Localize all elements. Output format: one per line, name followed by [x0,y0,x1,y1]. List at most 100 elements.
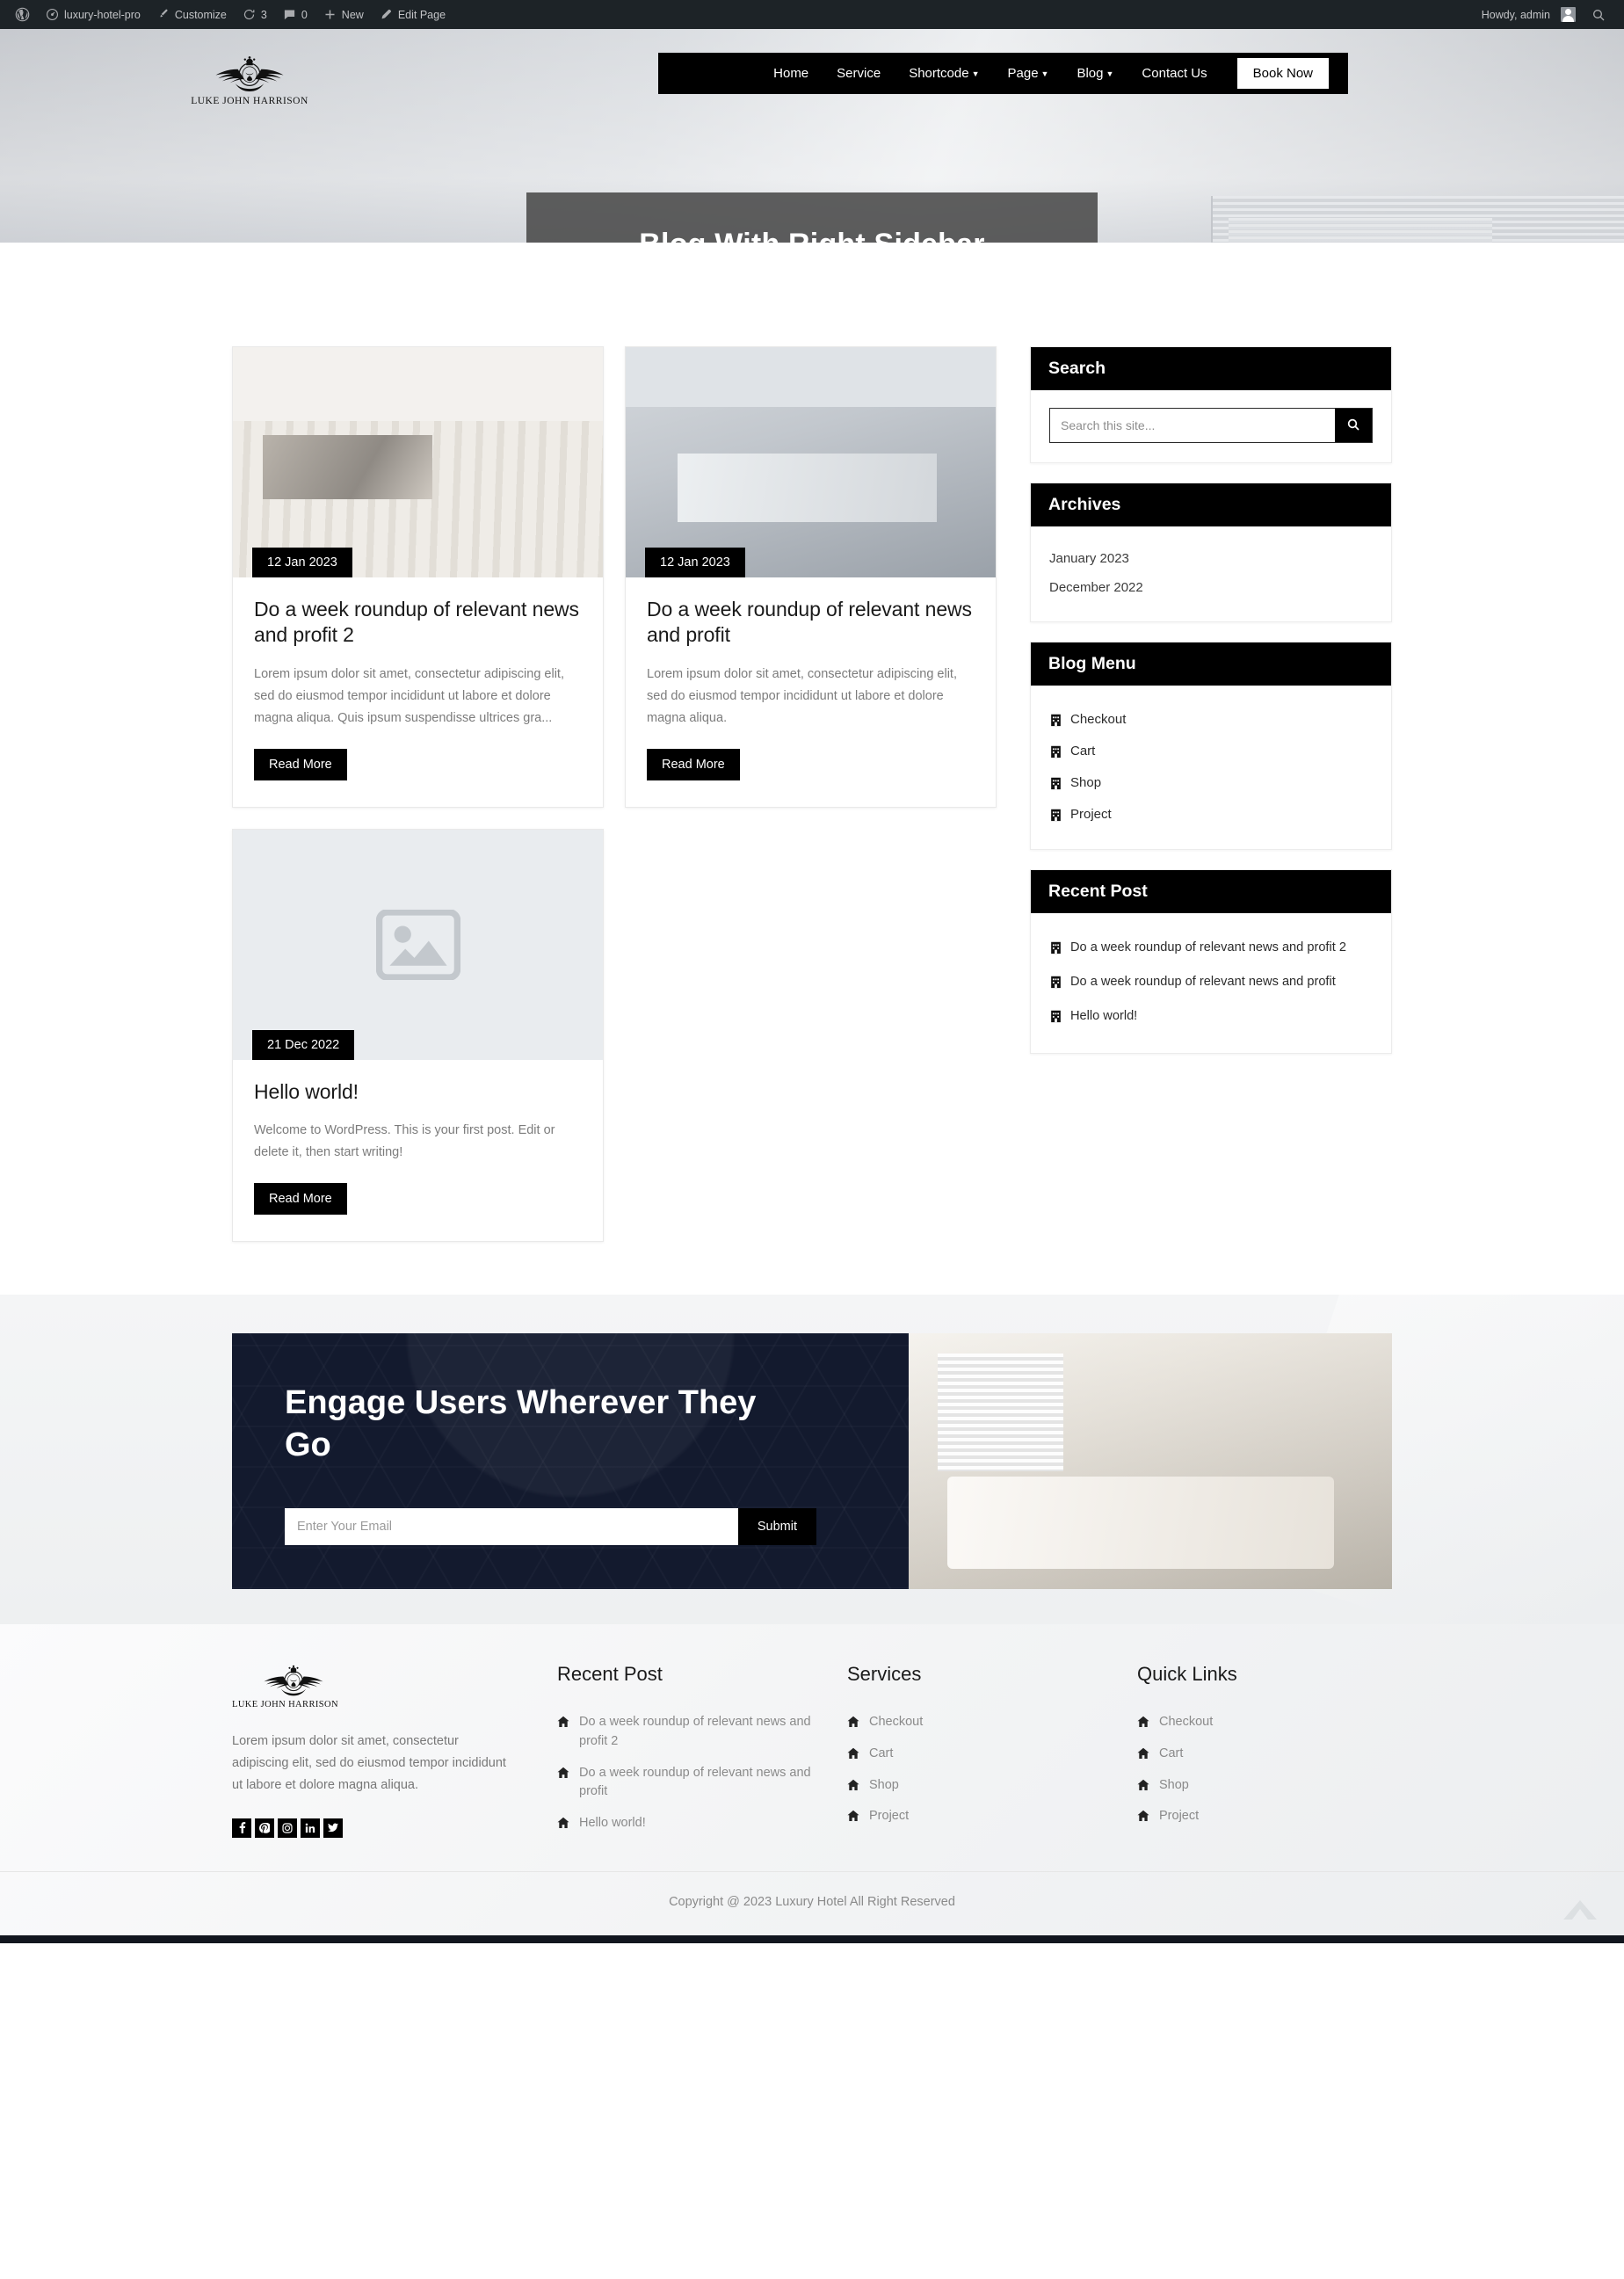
archive-link[interactable]: January 2023 [1049,551,1129,566]
list-item[interactable]: Shop [1049,766,1373,798]
blog-menu-link[interactable]: Project [1070,807,1112,822]
admin-bar-customize[interactable]: Customize [149,0,235,29]
page-title-banner: Blog With Right Sidebar Home – Blog With… [526,192,1098,243]
post-thumbnail[interactable]: 12 Jan 2023 [626,347,996,577]
footer-recent-post-link[interactable]: Do a week roundup of relevant news and p… [579,1713,812,1752]
admin-bar-site-name[interactable]: luxury-hotel-pro [38,0,149,29]
read-more-button[interactable]: Read More [647,748,740,780]
social-links [232,1818,522,1838]
post-thumbnail[interactable]: 21 Dec 2022 [233,829,603,1060]
admin-bar-howdy-label: Howdy, admin [1481,8,1550,21]
footer-recent-post-link[interactable]: Hello world! [579,1814,646,1833]
list-item[interactable]: Hello world! [1049,999,1373,1034]
footer-service-link[interactable]: Project [869,1807,909,1826]
admin-bar-comments[interactable]: 0 [275,0,315,29]
footer-about-text: Lorem ipsum dolor sit amet, consectetur … [232,1734,506,1793]
twitter-icon[interactable] [323,1818,343,1838]
instagram-icon[interactable] [278,1818,297,1838]
email-field[interactable] [285,1508,738,1545]
nav-item-home[interactable]: Home [759,53,823,94]
newsletter-photo [909,1333,1392,1589]
list-item[interactable]: Project [1049,798,1373,830]
post-title[interactable]: Hello world! [254,1079,582,1105]
footer-recent-post-column: Recent Post Do a week roundup of relevan… [557,1663,812,1840]
footer-service-link[interactable]: Checkout [869,1713,923,1732]
archive-link[interactable]: December 2022 [1049,580,1143,595]
footer-quick-link[interactable]: Cart [1159,1745,1183,1764]
widget-blog-menu-title: Blog Menu [1031,642,1391,686]
plus-icon [323,8,337,21]
recent-post-link[interactable]: Hello world! [1070,1007,1137,1026]
footer-quick-link[interactable]: Shop [1159,1776,1189,1796]
footer-logo[interactable]: LUKE JOHN HARRISON [232,1663,522,1709]
recent-post-link[interactable]: Do a week roundup of relevant news and p… [1070,973,1336,991]
footer-quick-link[interactable]: Project [1159,1807,1199,1826]
blog-menu-link[interactable]: Checkout [1070,712,1126,727]
widget-blog-menu-body: Checkout Cart Shop Project [1031,686,1391,849]
list-item[interactable]: Project [847,1801,1102,1833]
nav-item-service[interactable]: Service [823,53,895,94]
main-navigation: Home Service Shortcode ▼ Page ▼ Blog ▼ C… [658,53,1348,94]
list-item[interactable]: December 2022 [1049,573,1373,602]
admin-bar-updates[interactable]: 3 [235,0,275,29]
list-item[interactable]: Shop [847,1770,1102,1802]
nav-item-page[interactable]: Page ▼ [994,53,1063,94]
recent-post-link[interactable]: Do a week roundup of relevant news and p… [1070,939,1346,957]
list-item[interactable]: Project [1137,1801,1392,1833]
footer-recent-post-link[interactable]: Do a week roundup of relevant news and p… [579,1764,812,1803]
footer-service-link[interactable]: Shop [869,1776,899,1796]
search-submit-button[interactable] [1335,409,1372,442]
widget-search-body [1031,390,1391,462]
read-more-button[interactable]: Read More [254,1183,347,1215]
revisions-icon [243,8,256,21]
nav-item-contact-us[interactable]: Contact Us [1127,53,1221,94]
post-card[interactable]: 12 Jan 2023 Do a week roundup of relevan… [232,346,604,808]
search-icon [1346,417,1360,434]
admin-bar-customize-label: Customize [174,8,227,21]
list-item[interactable]: Checkout [1137,1707,1392,1738]
admin-bar-new-content[interactable]: New [315,0,372,29]
post-title[interactable]: Do a week roundup of relevant news and p… [647,597,975,649]
scroll-to-top-button[interactable] [1561,1890,1599,1920]
list-item[interactable]: Do a week roundup of relevant news and p… [557,1758,812,1809]
footer-quick-link[interactable]: Checkout [1159,1713,1213,1732]
admin-bar-edit-page[interactable]: Edit Page [372,0,453,29]
home-icon [557,1767,569,1778]
admin-bar-search[interactable] [1584,0,1613,29]
post-title[interactable]: Do a week roundup of relevant news and p… [254,597,582,649]
pinterest-icon[interactable] [255,1818,274,1838]
post-card[interactable]: 21 Dec 2022 Hello world! Welcome to Word… [232,828,604,1242]
list-item[interactable]: Do a week roundup of relevant news and p… [1049,931,1373,965]
blog-menu-link[interactable]: Shop [1070,775,1101,790]
list-item[interactable]: Do a week roundup of relevant news and p… [557,1707,812,1758]
search-input[interactable] [1050,409,1335,442]
list-item[interactable]: Checkout [1049,703,1373,735]
list-item[interactable]: Hello world! [557,1808,812,1840]
list-item[interactable]: Do a week roundup of relevant news and p… [1049,965,1373,999]
list-item[interactable]: Shop [1137,1770,1392,1802]
footer-service-link[interactable]: Cart [869,1745,893,1764]
list-item[interactable]: Cart [847,1738,1102,1770]
list-item[interactable]: January 2023 [1049,544,1373,573]
list-item[interactable]: Checkout [847,1707,1102,1738]
widget-search-title: Search [1031,347,1391,390]
chevron-down-icon: ▼ [971,69,980,78]
list-item[interactable]: Cart [1137,1738,1392,1770]
nav-item-blog[interactable]: Blog ▼ [1062,53,1127,94]
book-now-button[interactable]: Book Now [1236,58,1329,89]
admin-bar-my-account[interactable]: Howdy, admin [1474,0,1584,29]
submit-button[interactable]: Submit [737,1508,816,1545]
read-more-button[interactable]: Read More [254,748,347,780]
footer-services-title: Services [847,1663,922,1685]
facebook-icon[interactable] [232,1818,251,1838]
site-logo[interactable]: LUKE JOHN HARRISON [87,29,412,106]
footer-recent-post-title: Recent Post [557,1663,663,1685]
nav-item-shortcode[interactable]: Shortcode ▼ [895,53,993,94]
post-thumbnail[interactable]: 12 Jan 2023 [233,347,603,577]
post-card[interactable]: 12 Jan 2023 Do a week roundup of relevan… [625,346,997,808]
list-item[interactable]: Cart [1049,735,1373,766]
wordpress-logo-menu[interactable] [7,0,38,29]
blog-menu-link[interactable]: Cart [1070,744,1095,758]
widget-archives-body: January 2023 December 2022 [1031,526,1391,621]
linkedin-icon[interactable] [301,1818,320,1838]
